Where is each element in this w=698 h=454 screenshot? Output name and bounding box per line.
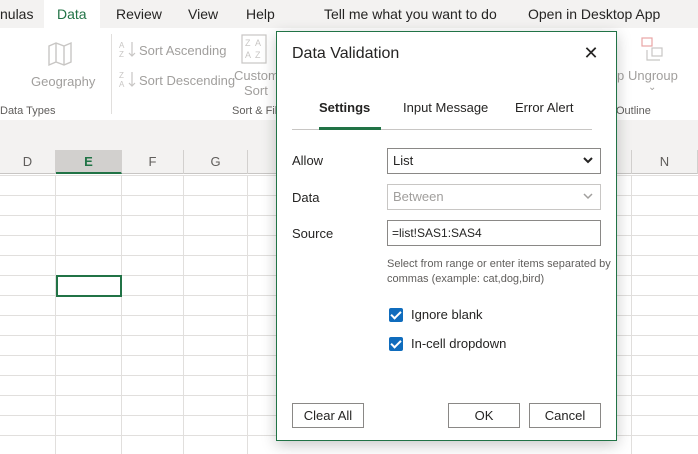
menu-formulas[interactable]: nulas [0, 0, 33, 28]
column-header-g[interactable]: G [184, 150, 248, 174]
svg-text:A: A [245, 50, 251, 60]
data-validation-dialog: Data Validation ✕ Settings Input Message… [276, 31, 617, 441]
grid-line [247, 175, 248, 454]
dialog-tabs: Settings Input Message Error Alert [292, 96, 592, 130]
group-button-partial[interactable]: p [617, 68, 624, 83]
custom-sort-icon: Z A A Z [241, 34, 267, 64]
menu-data[interactable]: Data [44, 0, 100, 28]
custom-sort-label-2[interactable]: Sort [244, 83, 268, 98]
sort-filter-group-label: Sort & Fil [232, 105, 278, 117]
column-header-d[interactable]: D [0, 150, 56, 174]
data-select: Between [387, 184, 601, 210]
geography-icon [46, 40, 74, 68]
outline-group-label: Outline [616, 105, 651, 117]
data-label: Data [292, 190, 320, 205]
ungroup-button[interactable]: Ungroup [628, 68, 678, 83]
ok-button[interactable]: OK [448, 403, 520, 428]
ignore-blank-label: Ignore blank [411, 307, 483, 322]
tab-input-message[interactable]: Input Message [403, 100, 488, 115]
source-label: Source [292, 226, 334, 241]
tab-settings[interactable]: Settings [319, 100, 370, 115]
active-tab-indicator [319, 127, 381, 130]
chevron-down-icon [582, 185, 594, 217]
column-header-m[interactable] [617, 150, 632, 174]
svg-text:A: A [255, 38, 261, 48]
grid-line [631, 175, 632, 454]
ignore-blank-checkbox[interactable]: Ignore blank [389, 307, 483, 322]
tab-error-alert[interactable]: Error Alert [515, 100, 574, 115]
custom-sort-label[interactable]: Custom [234, 68, 279, 83]
grid-line [121, 175, 122, 454]
menu-bar: nulas Data Review View Help Tell me what… [0, 0, 698, 28]
in-cell-dropdown-label: In-cell dropdown [411, 336, 507, 351]
allow-select[interactable]: List [387, 148, 601, 174]
column-header-e[interactable]: E [56, 150, 122, 174]
ungroup-icon [640, 36, 666, 64]
grid-line [55, 175, 56, 454]
sort-descending-icon: Z A [119, 70, 137, 89]
column-header-h[interactable] [248, 150, 278, 174]
sort-ascending-icon: A Z [119, 40, 137, 59]
svg-text:Z: Z [255, 50, 261, 60]
svg-text:Z: Z [245, 38, 251, 48]
menu-help[interactable]: Help [246, 0, 275, 28]
checkbox-checked-icon [389, 336, 403, 351]
svg-text:Z: Z [119, 50, 124, 58]
checkbox-checked-icon [389, 307, 403, 322]
menu-view[interactable]: View [188, 0, 218, 28]
sort-descending-button[interactable]: Sort Descending [139, 73, 235, 88]
allow-label: Allow [292, 153, 324, 168]
dialog-title: Data Validation [292, 45, 400, 62]
column-header-n[interactable]: N [632, 150, 698, 174]
ungroup-expand-icon[interactable]: ⌄ [648, 82, 656, 93]
in-cell-dropdown-checkbox[interactable]: In-cell dropdown [389, 336, 506, 351]
source-hint: Select from range or enter items separat… [387, 258, 611, 285]
ribbon-separator [111, 34, 112, 114]
geography-button[interactable]: Geography [31, 74, 95, 89]
data-value: Between [393, 189, 444, 204]
svg-text:Z: Z [119, 71, 124, 80]
open-desktop-app[interactable]: Open in Desktop App [528, 0, 660, 28]
chevron-down-icon [582, 149, 594, 181]
close-icon[interactable]: ✕ [580, 42, 602, 64]
active-cell[interactable] [56, 275, 122, 297]
svg-text:A: A [119, 80, 125, 88]
grid-line [183, 175, 184, 454]
menu-review[interactable]: Review [116, 0, 162, 28]
clear-all-button[interactable]: Clear All [292, 403, 364, 428]
tell-me-search[interactable]: Tell me what you want to do [324, 0, 497, 28]
sort-ascending-button[interactable]: Sort Ascending [139, 43, 226, 58]
data-types-group-label: Data Types [0, 105, 56, 117]
column-header-f[interactable]: F [122, 150, 184, 174]
source-input[interactable]: =list!SAS1:SAS4 [387, 220, 601, 246]
cancel-button[interactable]: Cancel [529, 403, 601, 428]
allow-value: List [393, 153, 414, 168]
svg-text:A: A [119, 41, 125, 50]
